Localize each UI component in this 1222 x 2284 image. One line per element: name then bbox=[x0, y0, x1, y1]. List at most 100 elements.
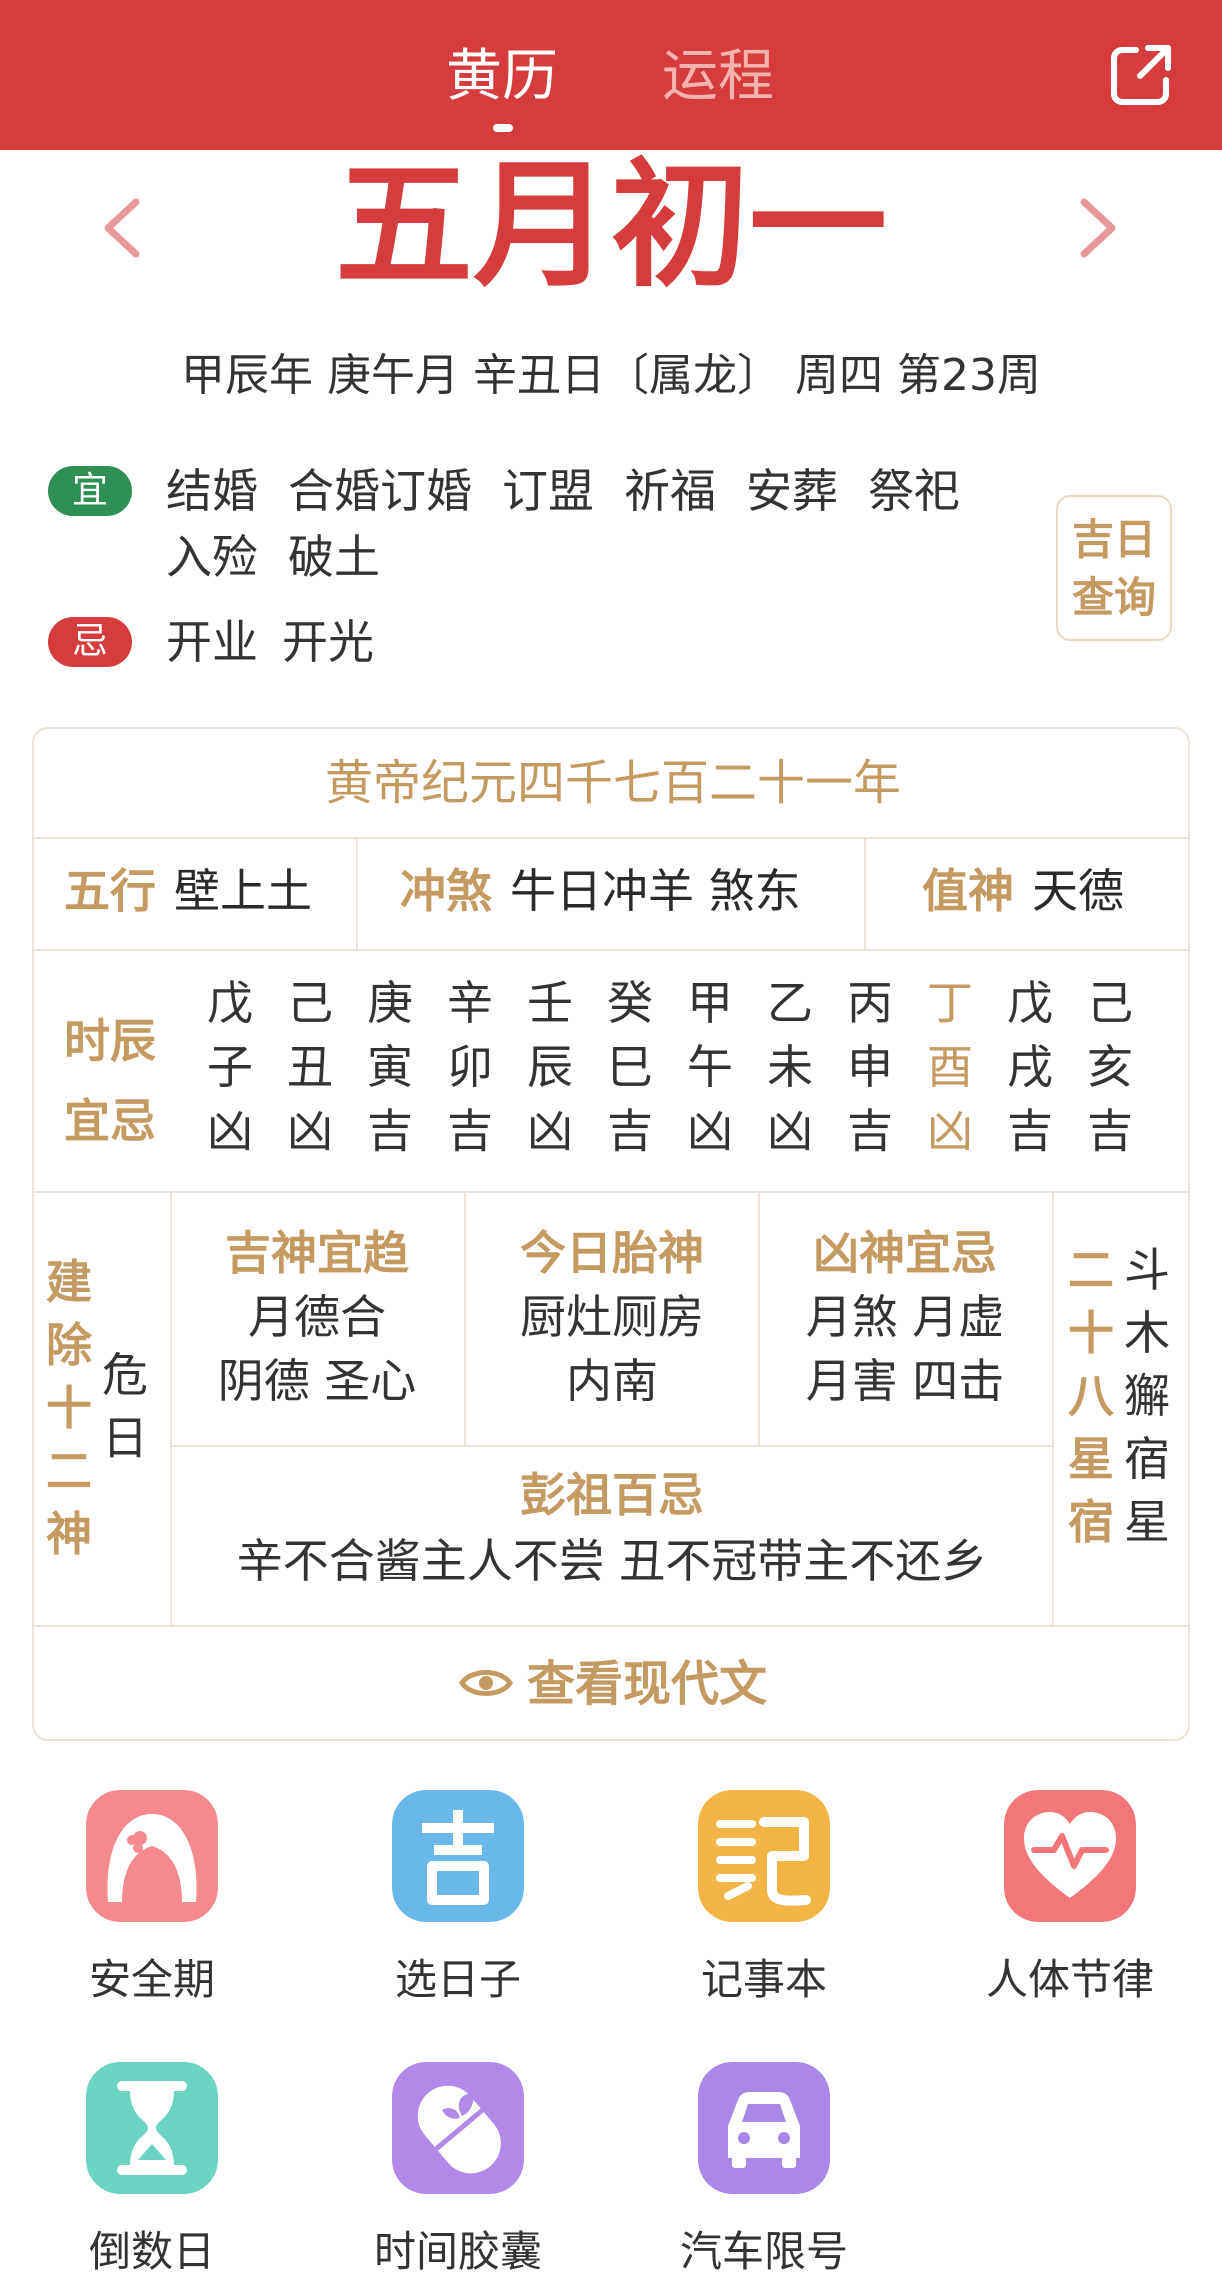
yi-item: 入殓 bbox=[166, 530, 258, 584]
xiu-label-char: 十 bbox=[1068, 1306, 1114, 1360]
capsule-icon bbox=[392, 2062, 524, 2194]
xiu-value-char: 木 bbox=[1124, 1306, 1170, 1360]
tool-notebook[interactable]: 记事本 bbox=[639, 1790, 889, 2008]
tool-safe-period[interactable]: 安全期 bbox=[27, 1790, 277, 2008]
tool-label: 记事本 bbox=[700, 1955, 827, 2004]
hour-column: 癸巳吉 bbox=[590, 971, 670, 1163]
ji-badge: 忌 bbox=[48, 617, 132, 667]
xiongshen-line: 月害 四击 bbox=[805, 1354, 1005, 1408]
jishen-title: 吉神宜趋 bbox=[225, 1226, 409, 1280]
hour-luck: 凶 bbox=[287, 1104, 333, 1158]
jianchu-label-char: 除 bbox=[46, 1318, 92, 1372]
hour-luck: 吉 bbox=[1087, 1104, 1133, 1158]
divider bbox=[34, 837, 1188, 839]
jianchu-label-char: 神 bbox=[46, 1507, 92, 1561]
taishen-line: 内南 bbox=[566, 1354, 658, 1408]
jianchu-value-char: 危 bbox=[102, 1348, 148, 1402]
girl-face-icon bbox=[86, 1790, 218, 1922]
jianchu-value-char: 日 bbox=[102, 1411, 148, 1465]
heart-pulse-icon bbox=[1004, 1790, 1136, 1922]
ji-list: 开业 开光 bbox=[166, 610, 398, 674]
yi-item: 破土 bbox=[288, 530, 380, 584]
hour-stem: 己 bbox=[287, 976, 333, 1030]
ji-item: 开业 bbox=[166, 615, 258, 669]
xiu-value-char: 斗 bbox=[1124, 1243, 1170, 1297]
almanac-card: 黄帝纪元四千七百二十一年 五行 壁上土 冲煞 牛日冲羊 煞东 值神 天德 时辰 宜忌 … bbox=[32, 727, 1190, 1741]
xiu-value-char: 宿 bbox=[1124, 1432, 1170, 1486]
tool-label: 时间胶囊 bbox=[373, 2227, 542, 2276]
tool-label: 汽车限号 bbox=[679, 2227, 848, 2276]
hour-branch: 酉 bbox=[927, 1040, 973, 1094]
hour-stem: 戊 bbox=[207, 976, 253, 1030]
taishen-line: 厨灶厕房 bbox=[520, 1290, 704, 1344]
jianchu-value: 危 日 bbox=[100, 1344, 150, 1470]
ganzhi-date-line: 甲辰年 庚午月 辛丑日〔属龙〕 周四 第23周 bbox=[181, 350, 1041, 401]
auspicious-day-query-button[interactable]: 吉日 查询 bbox=[1056, 495, 1172, 641]
yi-badge: 宜 bbox=[48, 466, 132, 516]
hour-stem: 庚 bbox=[367, 976, 413, 1030]
tool-label: 倒数日 bbox=[88, 2227, 215, 2276]
hour-luck: 凶 bbox=[527, 1104, 573, 1158]
huangdi-era: 黄帝纪元四千七百二十一年 bbox=[324, 755, 901, 811]
hour-luck: 吉 bbox=[607, 1104, 653, 1158]
hour-branch: 申 bbox=[847, 1040, 893, 1094]
hour-stem: 丁 bbox=[927, 976, 973, 1030]
top-bar: 黄历 运程 bbox=[0, 0, 1222, 150]
hour-branch: 子 bbox=[207, 1040, 253, 1094]
hour-stem: 己 bbox=[1087, 976, 1133, 1030]
yi-item: 合婚订婚 bbox=[288, 464, 472, 518]
hour-branch: 未 bbox=[767, 1040, 813, 1094]
view-modern-text-button[interactable]: 查看现代文 bbox=[34, 1627, 1192, 1741]
hour-column: 甲午凶 bbox=[670, 971, 750, 1163]
chevron-right-icon[interactable] bbox=[1068, 188, 1128, 268]
hour-luck: 吉 bbox=[847, 1104, 893, 1158]
divider bbox=[170, 1445, 1052, 1447]
tab-huangli[interactable]: 黄历 bbox=[446, 42, 558, 112]
pengzu-text: 辛不合酱主人不尝 丑不冠带主不还乡 bbox=[236, 1534, 988, 1588]
xiu-label-char: 星 bbox=[1068, 1432, 1114, 1486]
tool-countdown[interactable]: 倒数日 bbox=[27, 2062, 277, 2280]
tool-car-restriction[interactable]: 汽车限号 bbox=[639, 2062, 889, 2280]
wuxing-cell: 五行 壁上土 bbox=[64, 859, 312, 923]
hours-label-line1: 时辰 bbox=[64, 1014, 156, 1068]
lunar-date-title: 五月初一 bbox=[334, 143, 887, 306]
hour-branch: 戌 bbox=[1007, 1040, 1053, 1094]
tool-label: 人体节律 bbox=[985, 1955, 1154, 2004]
tab-yuncheng[interactable]: 运程 bbox=[662, 42, 774, 112]
hour-branch: 午 bbox=[687, 1040, 733, 1094]
hour-branch: 寅 bbox=[367, 1040, 413, 1094]
hour-branch: 巳 bbox=[607, 1040, 653, 1094]
yi-list: 结婚 合婚订婚 订盟 祈福 安葬 祭祀 入殓 破土 bbox=[166, 458, 1046, 590]
divider bbox=[864, 837, 866, 949]
pengzu-title: 彭祖百忌 bbox=[520, 1468, 704, 1522]
ji-item: 开光 bbox=[282, 615, 374, 669]
hour-stem: 甲 bbox=[687, 976, 733, 1030]
query-button-line1: 吉日 bbox=[1071, 515, 1156, 564]
hour-luck: 吉 bbox=[367, 1104, 413, 1158]
hour-luck: 凶 bbox=[927, 1104, 973, 1158]
hour-stem: 戊 bbox=[1007, 976, 1053, 1030]
xiu-label-char: 八 bbox=[1068, 1369, 1114, 1423]
ji-character-icon bbox=[392, 1790, 524, 1922]
hour-branch: 亥 bbox=[1087, 1040, 1133, 1094]
tool-pick-day[interactable]: 选日子 bbox=[333, 1790, 583, 2008]
hour-column: 丁酉凶 bbox=[910, 971, 990, 1163]
hour-column: 辛卯吉 bbox=[430, 971, 510, 1163]
hourglass-icon bbox=[86, 2062, 218, 2194]
jianchu-label: 建 除 十 二 神 bbox=[44, 1251, 94, 1566]
xiu-value-char: 星 bbox=[1124, 1495, 1170, 1549]
hour-branch: 丑 bbox=[287, 1040, 333, 1094]
tool-time-capsule[interactable]: 时间胶囊 bbox=[333, 2062, 583, 2280]
chevron-left-icon[interactable] bbox=[92, 188, 152, 268]
tool-label: 选日子 bbox=[394, 1955, 521, 2004]
yi-item: 订盟 bbox=[502, 464, 594, 518]
xiu-value: 斗 木 獬 宿 星 bbox=[1122, 1239, 1172, 1554]
chongsha-label: 冲煞 bbox=[400, 864, 492, 918]
hour-branch: 卯 bbox=[447, 1040, 493, 1094]
tool-biorhythm[interactable]: 人体节律 bbox=[945, 1790, 1195, 2008]
hour-luck: 吉 bbox=[1007, 1104, 1053, 1158]
yi-item: 结婚 bbox=[166, 464, 258, 518]
jishen-line: 阴德 圣心 bbox=[217, 1354, 417, 1408]
zhishen-label: 值神 bbox=[922, 864, 1014, 918]
external-link-icon[interactable] bbox=[1106, 40, 1176, 110]
